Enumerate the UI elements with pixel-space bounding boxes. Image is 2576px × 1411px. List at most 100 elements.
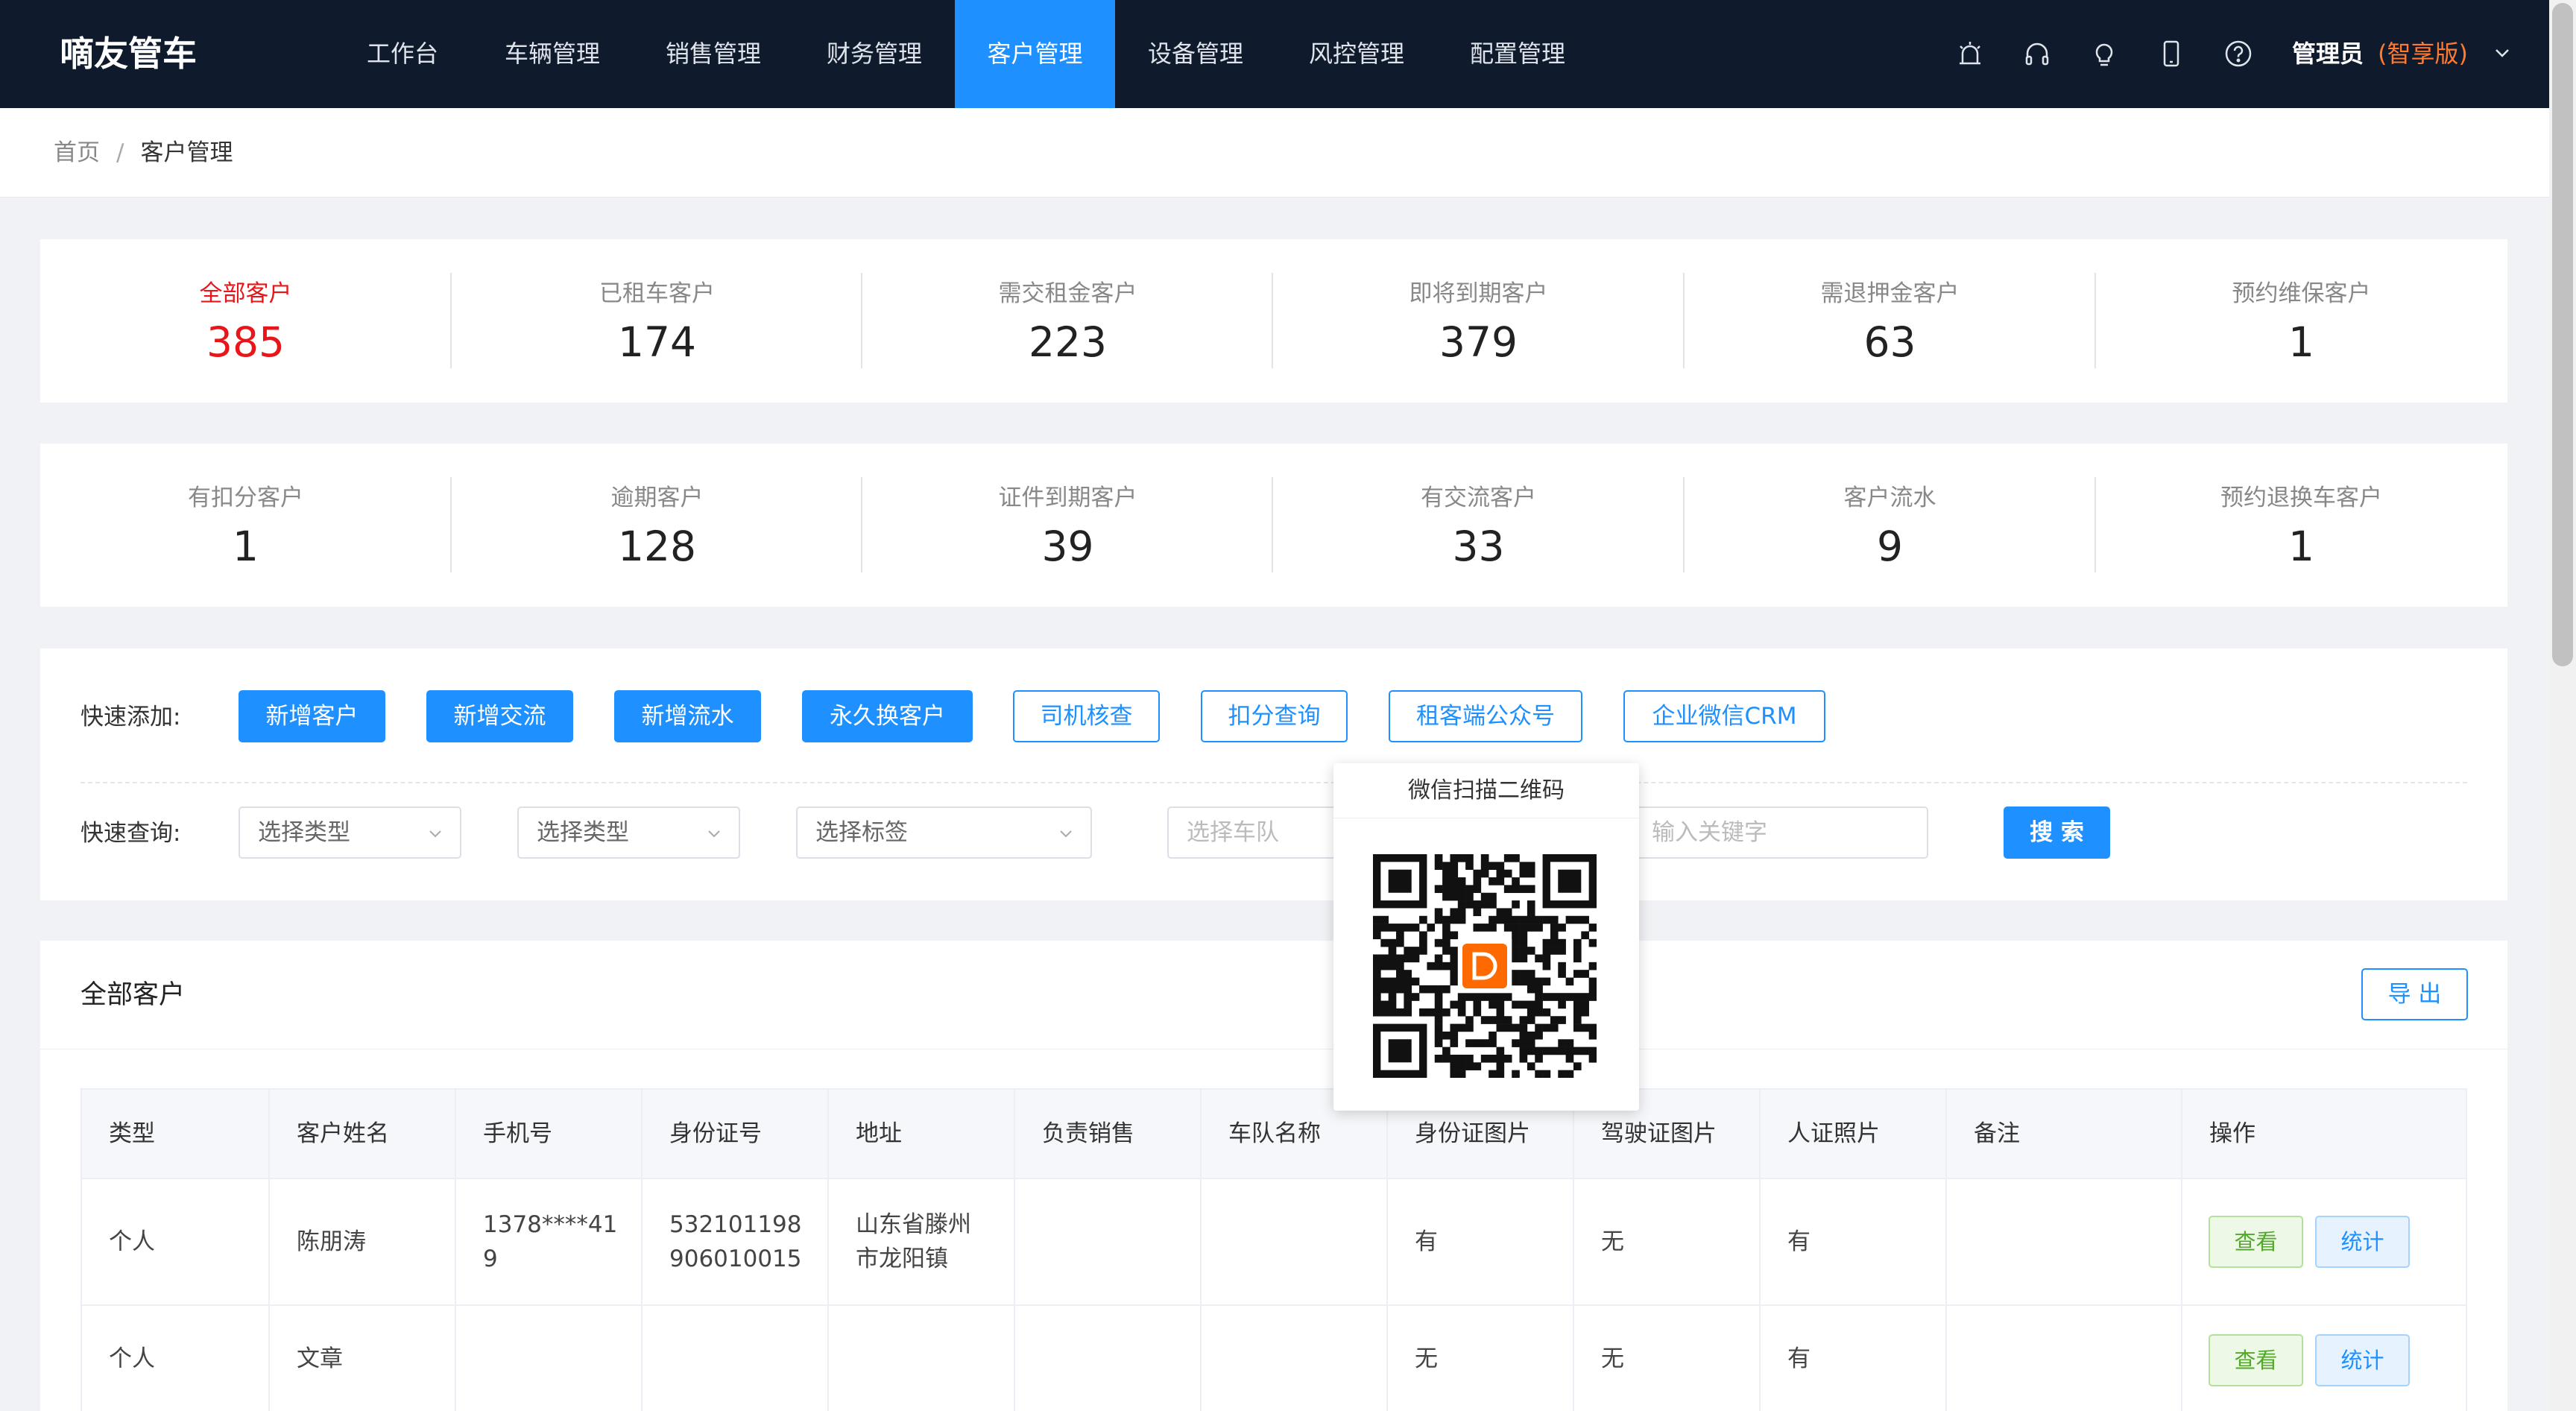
table-cell [1014, 1306, 1200, 1411]
nav-workbench[interactable]: 工作台 [347, 0, 458, 108]
stat-value: 128 [618, 523, 696, 570]
chevron-down-icon [708, 830, 720, 838]
table-cell: 532101198906010015 [641, 1179, 827, 1304]
wechat-qr-code [1373, 854, 1597, 1079]
nav-risk-management[interactable]: 风控管理 [1292, 0, 1421, 108]
stat-communication-customers[interactable]: 有交流客户 33 [1273, 479, 1684, 570]
stat-maintenance-customers[interactable]: 预约维保客户 1 [2096, 274, 2507, 366]
table-cell [641, 1306, 827, 1411]
stat-label: 预约退换车客户 [2220, 484, 2382, 511]
add-customer-button[interactable]: 新增客户 [239, 690, 385, 742]
table-cell [1200, 1306, 1386, 1411]
stat-return-exchange-customers[interactable]: 预约退换车客户 1 [2096, 479, 2507, 570]
nav-device-management[interactable]: 设备管理 [1131, 0, 1260, 108]
nav-finance-management[interactable]: 财务管理 [810, 0, 938, 108]
table-cell: 有 [1759, 1306, 1945, 1411]
help-icon[interactable] [2223, 39, 2253, 69]
table-cell: 有 [1386, 1179, 1573, 1304]
qr-code-image [1373, 854, 1597, 1079]
stat-value: 1 [2288, 318, 2314, 366]
stat-value: 9 [1877, 523, 1903, 570]
stats-button[interactable]: 统计 [2315, 1334, 2410, 1386]
view-button[interactable]: 查看 [2209, 1334, 2303, 1386]
table-cell [455, 1306, 641, 1411]
column-header: 操作 [2181, 1090, 2466, 1178]
view-button[interactable]: 查看 [2209, 1216, 2303, 1268]
breadcrumb-bar [0, 108, 2549, 198]
stat-label: 全部客户 [199, 280, 292, 307]
table-cell: 个人 [109, 1345, 155, 1372]
select-value: 选择类型 [537, 819, 629, 846]
stat-value: 1 [2288, 523, 2314, 570]
scrollbar-thumb[interactable] [2552, 3, 2573, 666]
column-header: 地址 [827, 1090, 1014, 1178]
stat-rent-due-customers[interactable]: 需交租金客户 223 [862, 274, 1273, 366]
search-button[interactable]: 搜 索 [2004, 806, 2110, 859]
driver-check-button[interactable]: 司机核查 [1013, 690, 1160, 742]
export-button[interactable]: 导 出 [2361, 968, 2468, 1020]
stat-value: 385 [206, 318, 285, 366]
table-cell: 无 [1573, 1179, 1759, 1304]
stat-value: 1 [233, 523, 259, 570]
keyword-input[interactable]: 输入关键字 [1632, 806, 1928, 859]
permanent-swap-customer-button[interactable]: 永久换客户 [802, 690, 973, 742]
column-header: 手机号 [455, 1090, 641, 1178]
tenant-official-account-button[interactable]: 租客端公众号 [1389, 690, 1582, 742]
phone-icon[interactable] [2156, 39, 2186, 69]
stat-all-customers[interactable]: 全部客户 385 [40, 274, 451, 366]
stat-value: 379 [1439, 318, 1518, 366]
table-cell: 个人 [109, 1228, 155, 1255]
stat-label: 需交租金客户 [998, 280, 1137, 307]
stat-value: 39 [1041, 523, 1094, 570]
nav-vehicle-management[interactable]: 车辆管理 [488, 0, 616, 108]
stat-label: 有交流客户 [1421, 484, 1536, 511]
stat-customer-flow[interactable]: 客户流水 9 [1685, 479, 2095, 570]
stat-overdue-customers[interactable]: 逾期客户 128 [452, 479, 862, 570]
stat-expiring-customers[interactable]: 即将到期客户 379 [1273, 274, 1684, 366]
nav-sales-management[interactable]: 销售管理 [649, 0, 777, 108]
wecom-crm-button[interactable]: 企业微信CRM [1623, 690, 1825, 742]
stat-document-expiring-customers[interactable]: 证件到期客户 39 [862, 479, 1273, 570]
user-name[interactable]: 管理员 [2292, 0, 2364, 108]
table-cell: 1378****419 [455, 1179, 641, 1304]
column-header: 负责销售 [1014, 1090, 1200, 1178]
nav-customer-management[interactable]: 客户管理 [955, 0, 1115, 108]
type-select-2[interactable]: 选择类型 [517, 806, 740, 859]
app-logo-icon [1462, 944, 1507, 988]
type-select-1[interactable]: 选择类型 [239, 806, 461, 859]
stats-button[interactable]: 统计 [2315, 1216, 2410, 1268]
table-cell [1014, 1179, 1200, 1304]
column-header: 备注 [1945, 1090, 2181, 1178]
table-cell: 无 [1386, 1306, 1573, 1411]
add-communication-button[interactable]: 新增交流 [426, 690, 573, 742]
alarm-icon[interactable] [1955, 39, 1985, 69]
add-flow-button[interactable]: 新增流水 [614, 690, 761, 742]
column-header: 身份证号 [641, 1090, 827, 1178]
headset-icon[interactable] [2022, 39, 2052, 69]
breadcrumb-current: 客户管理 [140, 139, 233, 166]
bulb-icon[interactable] [2089, 39, 2119, 69]
stat-points-deducted-customers[interactable]: 有扣分客户 1 [40, 479, 451, 570]
edition-badge: (智享版) [2378, 40, 2468, 68]
quick-panel [40, 648, 2507, 900]
column-header: 人证照片 [1759, 1090, 1945, 1178]
table-cell: 陈朋涛 [268, 1179, 455, 1304]
stat-value: 63 [1863, 318, 1916, 366]
chevron-down-icon[interactable] [2491, 42, 2513, 64]
app-logo[interactable]: 嘀友管车 [60, 0, 197, 108]
points-query-button[interactable]: 扣分查询 [1201, 690, 1348, 742]
tag-select[interactable]: 选择标签 [796, 806, 1092, 859]
table-cell: 山东省滕州市龙阳镇 [827, 1179, 1014, 1304]
breadcrumb: 首页 / 客户管理 [54, 108, 233, 198]
stat-label: 即将到期客户 [1409, 280, 1548, 307]
table-cell [1200, 1179, 1386, 1304]
stat-deposit-refund-customers[interactable]: 需退押金客户 63 [1685, 274, 2095, 366]
table-cell [1945, 1179, 2181, 1304]
breadcrumb-home[interactable]: 首页 [54, 139, 100, 166]
quick-add-label: 快速添加: [80, 704, 181, 730]
quick-search-label: 快速查询: [80, 820, 181, 847]
stat-renting-customers[interactable]: 已租车客户 174 [452, 274, 862, 366]
select-value: 选择类型 [258, 819, 350, 846]
nav-config-management[interactable]: 配置管理 [1453, 0, 1582, 108]
column-header: 类型 [82, 1090, 268, 1178]
